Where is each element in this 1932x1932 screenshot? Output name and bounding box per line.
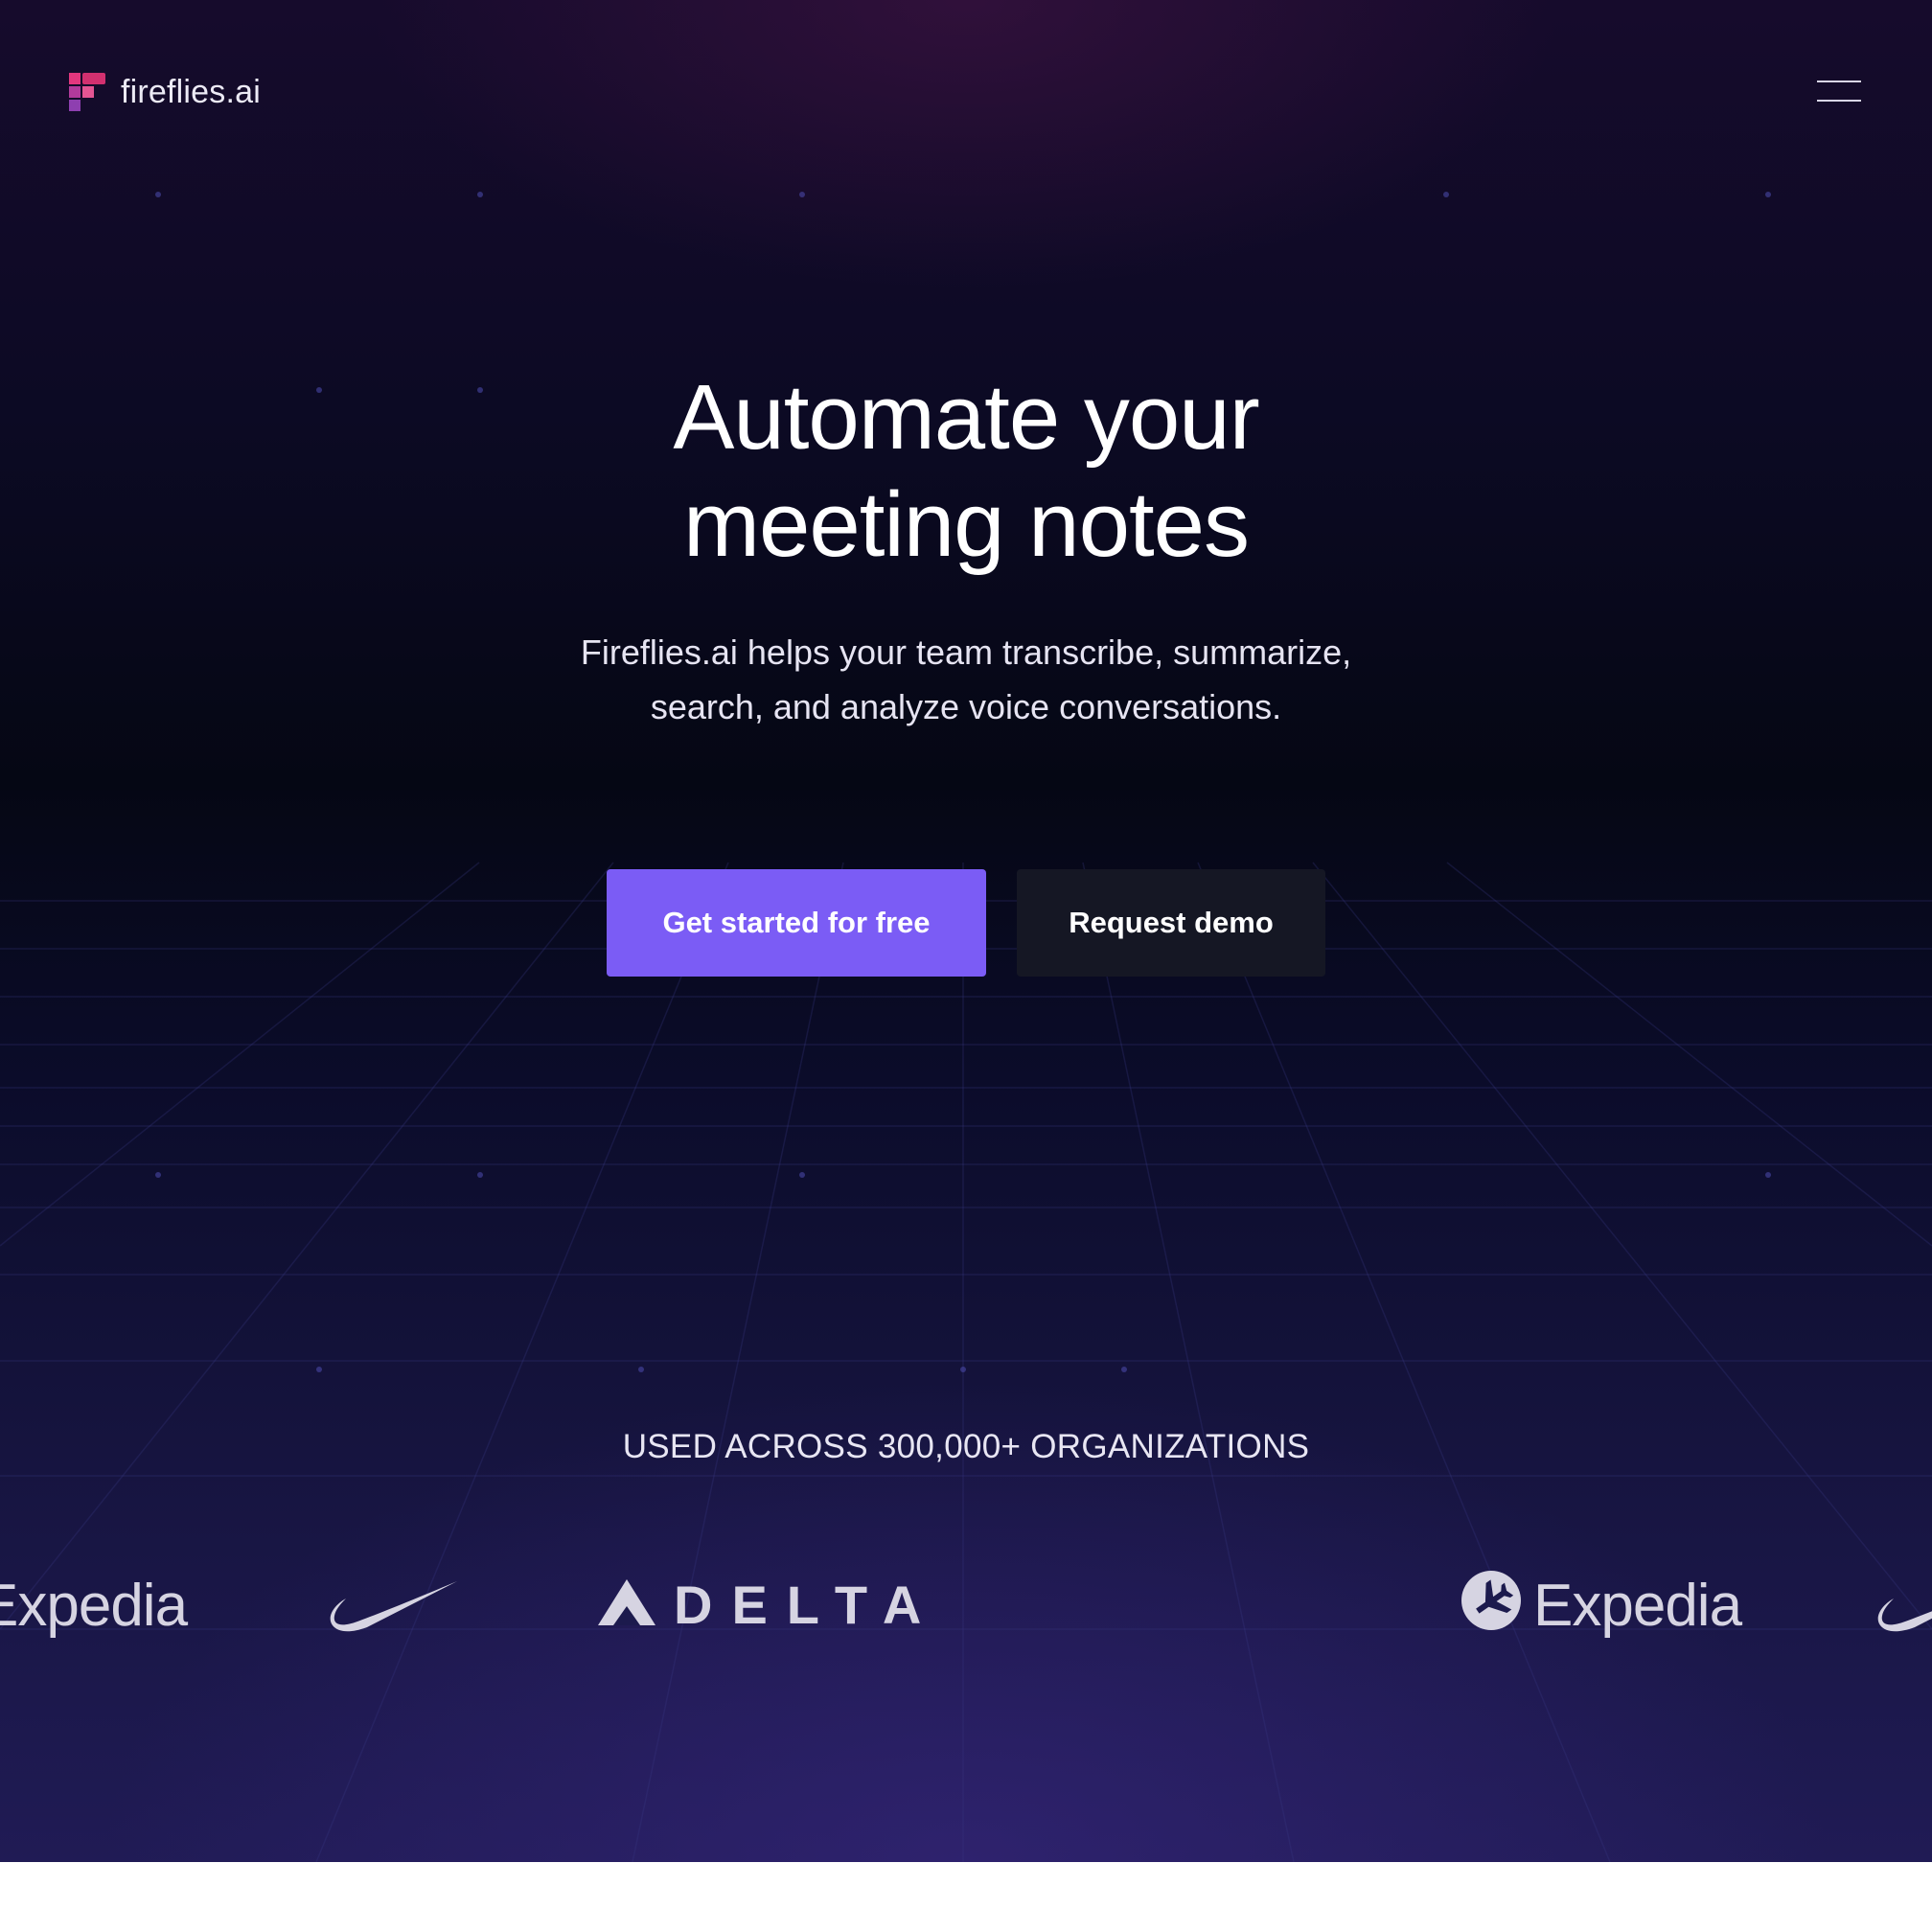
- expedia-logo: Expedia: [0, 1573, 188, 1639]
- hero-section: fireflies.ai Automate your meeting notes…: [0, 0, 1932, 1862]
- nike-swoosh-logo: [330, 1581, 457, 1632]
- menu-line: [1817, 80, 1861, 82]
- expedia-plane-icon: [1461, 1571, 1521, 1630]
- expedia-logo: Expedia: [1533, 1573, 1742, 1639]
- subhead-line-2: search, and analyze voice conversations.: [650, 687, 1282, 726]
- headline-line-1: Automate your: [673, 366, 1259, 469]
- menu-line: [1817, 100, 1861, 102]
- subhead-line-1: Fireflies.ai helps your team transcribe,…: [580, 632, 1352, 672]
- logo-text: fireflies.ai: [121, 73, 262, 110]
- request-demo-button[interactable]: Request demo: [1017, 869, 1325, 977]
- customer-logos: Expedia DELTA Expedia: [0, 1552, 1932, 1668]
- social-proof-caption: USED ACROSS 300,000+ ORGANIZATIONS: [622, 1428, 1310, 1465]
- fireflies-logo-icon: [69, 73, 105, 111]
- site-logo[interactable]: fireflies.ai: [67, 71, 261, 113]
- hamburger-menu-icon[interactable]: [1817, 80, 1861, 104]
- delta-logo: DELTA: [674, 1575, 941, 1635]
- headline-line-2: meeting notes: [682, 473, 1250, 576]
- page-title: Automate your meeting notes: [487, 364, 1445, 579]
- delta-triangle-icon: [598, 1579, 656, 1625]
- nike-swoosh-logo: [1877, 1598, 1932, 1632]
- get-started-button[interactable]: Get started for free: [607, 869, 986, 977]
- hero-subheading: Fireflies.ai helps your team transcribe,…: [535, 625, 1397, 734]
